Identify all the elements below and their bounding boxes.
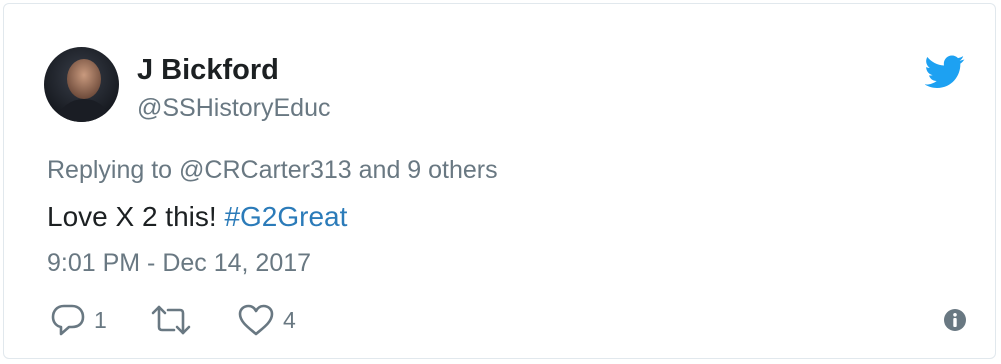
tweet-body: Love X 2 this!	[47, 201, 217, 232]
replying-mention-link[interactable]: @CRCarter313	[179, 156, 352, 184]
tweet-card: J Bickford @SSHistoryEduc Replying to @C…	[3, 3, 996, 359]
reply-button[interactable]: 1	[50, 302, 107, 338]
reply-count: 1	[94, 307, 107, 333]
heart-icon	[237, 303, 275, 337]
replying-prefix: Replying to	[47, 156, 173, 184]
tweet-actions: 1 4	[47, 302, 967, 338]
reply-icon	[50, 303, 86, 337]
like-count: 4	[283, 307, 296, 333]
info-icon[interactable]	[943, 308, 967, 332]
like-button[interactable]: 4	[237, 302, 296, 338]
author-handle[interactable]: @SSHistoryEduc	[137, 93, 331, 123]
retweet-icon	[150, 303, 192, 337]
author-name[interactable]: J Bickford	[137, 53, 279, 87]
tweet-timestamp[interactable]: 9:01 PM - Dec 14, 2017	[47, 247, 311, 279]
twitter-bird-icon[interactable]	[924, 55, 965, 89]
tweet-text: Love X 2 this! #G2Great	[47, 200, 347, 234]
retweet-button[interactable]	[150, 302, 200, 338]
replying-suffix[interactable]: and 9 others	[359, 156, 498, 184]
hashtag-link[interactable]: #G2Great	[224, 201, 347, 232]
replying-to: Replying to @CRCarter313 and 9 others	[47, 154, 498, 186]
avatar[interactable]	[44, 47, 119, 122]
